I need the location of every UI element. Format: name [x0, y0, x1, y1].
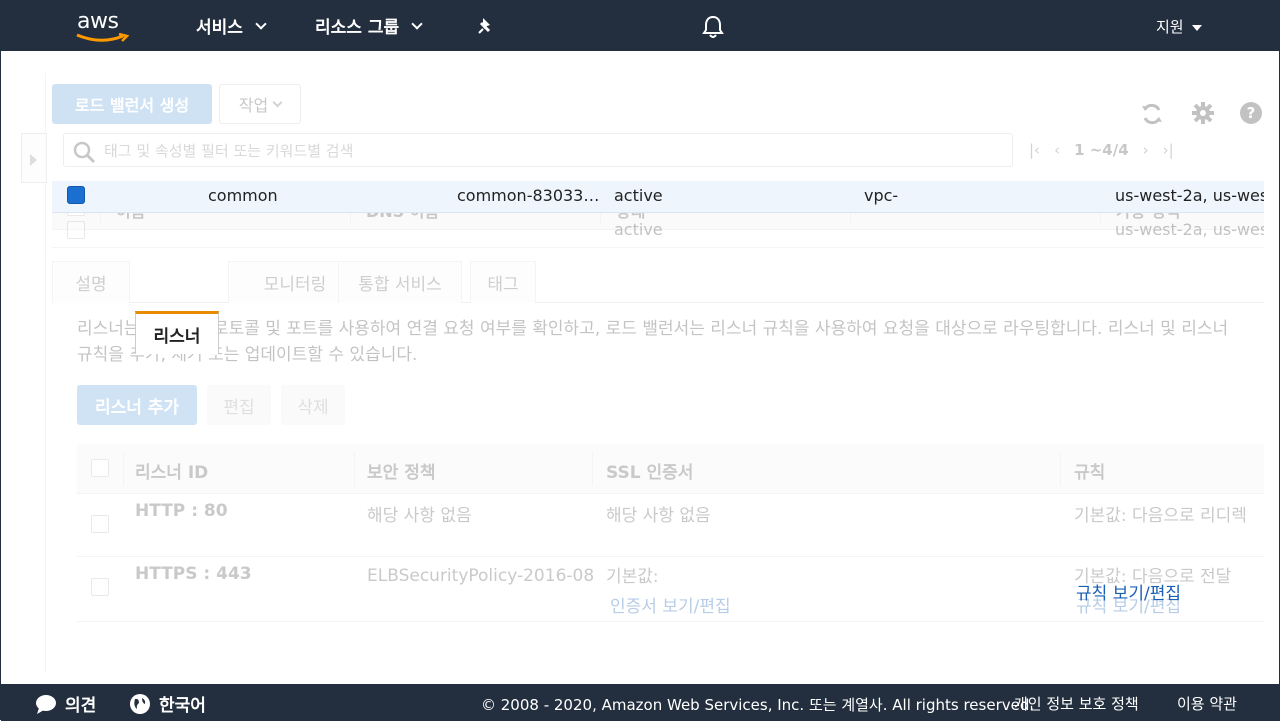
- feedback-button[interactable]: 의견: [35, 691, 96, 716]
- add-listener-button[interactable]: 리스너 추가: [77, 385, 197, 425]
- listener-row[interactable]: HTTP : 80 해당 사항 없음 해당 사항 없음 기본값: 다음으로 리디…: [77, 495, 1264, 557]
- tab-integrated-services[interactable]: 통합 서비스: [338, 261, 462, 303]
- row-checkbox-checked[interactable]: [67, 186, 85, 204]
- smile-icon: [76, 33, 130, 42]
- column-header-ssl-cert[interactable]: SSL 인증서: [606, 458, 693, 483]
- table-row[interactable]: active us-west-2a, us-west-: [52, 214, 1264, 248]
- copyright-text: © 2008 - 2020, Amazon Web Services, Inc.…: [481, 696, 1035, 714]
- language-label: 한국어: [159, 696, 206, 716]
- svg-text:?: ?: [1247, 104, 1256, 122]
- gear-icon[interactable]: [1191, 101, 1215, 125]
- listener-checkbox[interactable]: [91, 515, 109, 533]
- edit-listener-button[interactable]: 편집: [207, 385, 271, 425]
- column-separator: [1060, 452, 1061, 486]
- column-header-security-policy[interactable]: 보안 정책: [367, 458, 435, 483]
- feedback-label: 의견: [65, 696, 97, 716]
- lb-state: active: [614, 186, 663, 205]
- footer: 의견 한국어 © 2008 - 2020, Amazon Web Service…: [1, 684, 1280, 721]
- caret-down-icon: [1191, 24, 1202, 31]
- listener-checkbox[interactable]: [91, 578, 109, 596]
- lb-dns-name: common-83033…: [457, 186, 600, 205]
- column-separator: [123, 452, 124, 486]
- resource-groups-label: 리소스 그룹: [315, 18, 400, 38]
- logo-text: aws: [77, 9, 119, 34]
- detail-tabs: 설명 모니터링 통합 서비스 태그: [52, 261, 1264, 303]
- privacy-policy-link[interactable]: 개인 정보 보호 정책: [1014, 693, 1139, 714]
- search-icon: [73, 141, 96, 164]
- services-menu[interactable]: 서비스: [196, 13, 267, 38]
- lb-availability-zones: us-west-2a, us-west-: [1115, 186, 1264, 205]
- default-rule: 기본값: 다음으로 리디렉: [1074, 506, 1247, 526]
- actions-label: 작업: [238, 96, 269, 115]
- pin-icon[interactable]: [475, 15, 497, 37]
- ssl-certificate: 해당 사항 없음: [606, 506, 711, 526]
- support-label: 지원: [1156, 18, 1184, 36]
- ssl-certificate: 기본값:: [606, 567, 659, 587]
- support-menu[interactable]: 지원: [1156, 16, 1202, 37]
- terms-link[interactable]: 이용 약관: [1177, 693, 1237, 714]
- listener-table-header: 리스너 ID 보안 정책 SSL 인증서 규칙: [77, 444, 1264, 494]
- tab-tags[interactable]: 태그: [470, 261, 536, 303]
- row-checkbox[interactable]: [67, 221, 85, 239]
- globe-icon: [130, 693, 150, 714]
- column-separator: [592, 452, 593, 486]
- prev-page-icon[interactable]: ‹: [1054, 141, 1060, 159]
- chevron-down-icon: [411, 17, 423, 30]
- aws-logo[interactable]: aws: [75, 7, 131, 45]
- delete-listener-button[interactable]: 삭제: [281, 385, 345, 425]
- column-separator: [354, 452, 355, 486]
- search-placeholder: 태그 및 속성별 필터 또는 키워드별 검색: [104, 141, 354, 160]
- next-page-icon[interactable]: ›: [1143, 141, 1149, 159]
- pagination: |‹ ‹ 1 ~4/4 › ›|: [1029, 141, 1174, 159]
- last-page-icon[interactable]: ›|: [1163, 141, 1174, 159]
- page-range: 1 ~4/4: [1074, 141, 1129, 159]
- chevron-down-icon: [255, 17, 267, 30]
- resource-groups-menu[interactable]: 리소스 그룹: [315, 13, 423, 38]
- first-page-icon[interactable]: |‹: [1029, 141, 1040, 159]
- refresh-icon[interactable]: [1139, 101, 1165, 127]
- create-load-balancer-button[interactable]: 로드 밸런서 생성: [52, 84, 212, 124]
- lb-name: common: [208, 186, 278, 205]
- tab-listeners[interactable]: 리스너: [135, 311, 219, 354]
- actions-dropdown[interactable]: 작업: [219, 84, 301, 124]
- language-selector[interactable]: 한국어: [129, 691, 206, 716]
- console-frame: aws 서비스 리소스 그룹 지원 로드 밸런서 생성 작업 ? 태그 및 속성…: [0, 0, 1280, 721]
- lb-state: active: [614, 220, 663, 239]
- filter-search-input[interactable]: 태그 및 속성별 필터 또는 키워드별 검색: [63, 133, 1013, 167]
- table-row-selected[interactable]: common common-83033… active vpc- us-west…: [52, 181, 1264, 213]
- listener-description: 리스너는 구성된 프로토콜 및 포트를 사용하여 연결 요청 여부를 확인하고,…: [77, 319, 1229, 365]
- listener-id: HTTP : 80: [135, 501, 228, 521]
- speech-bubble-icon: [36, 694, 56, 714]
- chevron-down-icon: [272, 97, 283, 107]
- view-edit-rules-link[interactable]: 규칙 보기/편집: [1076, 579, 1181, 604]
- listener-id: HTTPS : 443: [135, 564, 252, 584]
- sidebar-toggle[interactable]: [21, 133, 47, 183]
- lb-vpc-id: vpc-: [864, 186, 899, 205]
- tab-description[interactable]: 설명: [52, 261, 130, 303]
- lb-availability-zones: us-west-2a, us-west-: [1115, 220, 1264, 239]
- select-all-listeners-checkbox[interactable]: [91, 459, 109, 477]
- column-header-listener-id[interactable]: 리스너 ID: [135, 458, 208, 483]
- chevron-right-icon: [30, 154, 37, 166]
- top-nav: aws 서비스 리소스 그룹 지원: [1, 1, 1280, 51]
- services-label: 서비스: [196, 18, 243, 38]
- column-header-rules[interactable]: 규칙: [1074, 458, 1105, 483]
- help-icon[interactable]: ?: [1239, 101, 1263, 125]
- bell-icon[interactable]: [701, 14, 725, 40]
- security-policy: 해당 사항 없음: [367, 506, 472, 526]
- security-policy: ELBSecurityPolicy-2016-08: [367, 566, 595, 586]
- view-edit-certificate-link[interactable]: 인증서 보기/편집: [610, 592, 731, 617]
